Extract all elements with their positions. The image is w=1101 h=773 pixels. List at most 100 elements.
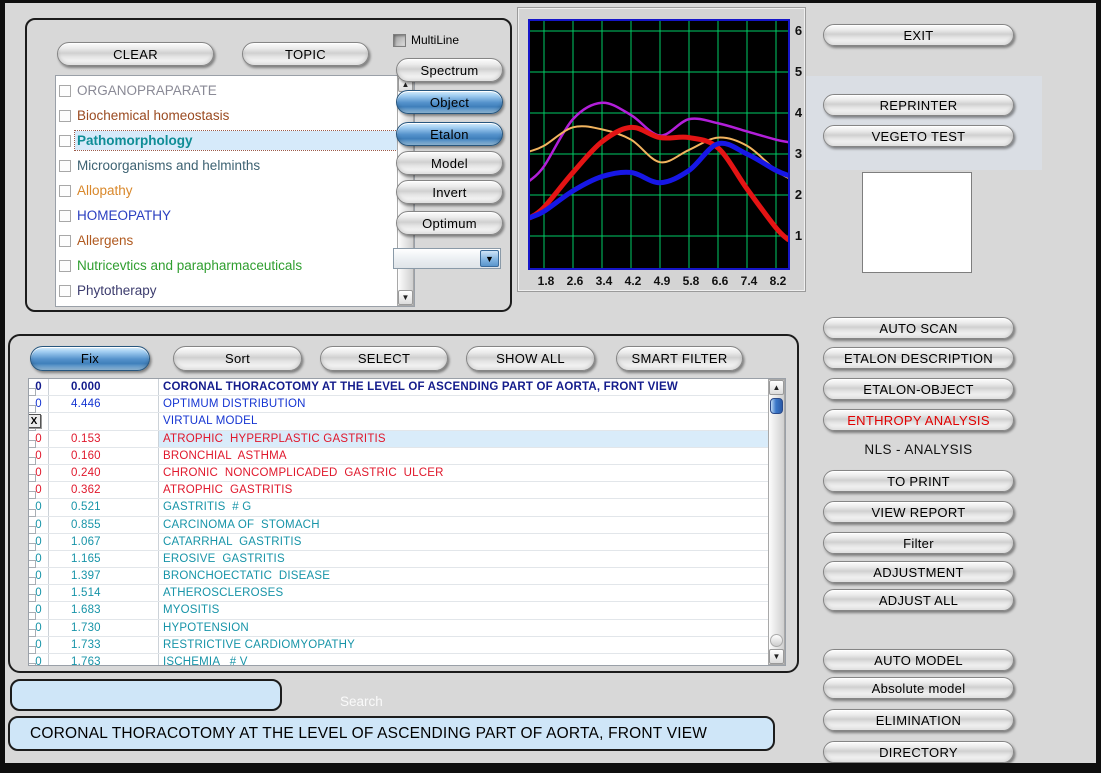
multiline-checkbox[interactable] — [393, 34, 406, 47]
table-row[interactable]: 01.733RESTRICTIVE CARDIOMYOPATHY — [29, 637, 768, 654]
row-tick-box[interactable] — [29, 509, 36, 517]
filter-button[interactable]: Filter — [823, 532, 1014, 554]
x-tick-label: 4.2 — [621, 274, 645, 288]
mode-button-object[interactable]: Object — [396, 90, 503, 114]
category-item[interactable]: Microorganisms and helminths — [56, 153, 397, 178]
checkbox-icon[interactable] — [59, 160, 71, 172]
cell-val: 1.067 — [49, 534, 159, 550]
absolute-model-button[interactable]: Absolute model — [823, 677, 1014, 699]
table-row[interactable]: 00.240CHRONIC NONCOMPLICADED GASTRIC ULC… — [29, 465, 768, 482]
checkbox-icon[interactable] — [59, 235, 71, 247]
reprinter-button[interactable]: REPRINTER — [823, 94, 1014, 116]
elimination-button[interactable]: ELIMINATION — [823, 709, 1014, 731]
scroll-down-icon[interactable]: ▼ — [398, 290, 413, 305]
checkbox-icon[interactable] — [59, 110, 71, 122]
table-row[interactable]: 00.000CORONAL THORACOTOMY AT THE LEVEL O… — [29, 379, 768, 396]
row-tick-box[interactable] — [29, 663, 36, 665]
view-report-button[interactable]: VIEW REPORT — [823, 501, 1014, 523]
category-item[interactable]: HOMEOPATHY — [56, 203, 397, 228]
mode-button-model[interactable]: Model — [396, 151, 503, 175]
table-row[interactable]: 01.067CATARRHAL GASTRITIS — [29, 534, 768, 551]
mode-button-invert[interactable]: Invert — [396, 180, 503, 204]
enthropy-analysis-button[interactable]: ENTHROPY ANALYSIS — [823, 409, 1014, 431]
table-row[interactable]: 00.855CARCINOMA OF STOMACH — [29, 517, 768, 534]
table-row[interactable]: 04.446OPTIMUM DISTRIBUTION — [29, 396, 768, 413]
category-item[interactable]: Phytotherapy — [56, 278, 397, 303]
scroll-thumb[interactable] — [770, 398, 783, 414]
vegeto-test-button[interactable]: VEGETO TEST — [823, 125, 1014, 147]
table-row[interactable]: 01.165EROSIVE GASTRITIS — [29, 551, 768, 568]
mode-button-spectrum[interactable]: Spectrum — [396, 58, 503, 82]
selection-title-bar: CORONAL THORACOTOMY AT THE LEVEL OF ASCE… — [8, 716, 775, 751]
mode-button-optimum[interactable]: Optimum — [396, 211, 503, 235]
show-all-button[interactable]: SHOW ALL — [466, 346, 595, 371]
category-item[interactable]: Nutricevtics and parapharmaceuticals — [56, 253, 397, 278]
category-item[interactable]: ORGANOPRAPARATE — [56, 78, 397, 103]
row-tick-box[interactable] — [29, 560, 36, 568]
etalon-dropdown[interactable]: ▼ — [393, 248, 501, 269]
row-tick-box[interactable] — [29, 405, 36, 413]
fix-button[interactable]: Fix — [30, 346, 150, 371]
adjustment-button[interactable]: ADJUSTMENT — [823, 561, 1014, 583]
row-tick-box[interactable] — [29, 543, 36, 551]
clear-button[interactable]: CLEAR — [57, 42, 214, 66]
row-tick-box[interactable] — [29, 526, 36, 534]
checkbox-icon[interactable] — [59, 185, 71, 197]
adjust-all-button[interactable]: ADJUST ALL — [823, 589, 1014, 611]
y-tick-label: 2 — [791, 187, 806, 202]
table-row[interactable]: X0VIRTUAL MODEL — [29, 413, 768, 430]
virtual-model-x-button[interactable]: X — [29, 414, 41, 428]
checkbox-icon[interactable] — [59, 85, 71, 97]
row-tick-box[interactable] — [29, 388, 36, 396]
category-item[interactable]: Pathomorphology — [56, 128, 397, 153]
mode-button-etalon[interactable]: Etalon — [396, 122, 503, 146]
row-tick-box[interactable] — [29, 457, 36, 465]
table-row[interactable]: 00.521GASTRITIS # G — [29, 499, 768, 516]
table-row[interactable]: 01.514ATHEROSCLEROSES — [29, 585, 768, 602]
search-input[interactable] — [10, 679, 282, 711]
scroll-down-icon[interactable]: ▼ — [769, 649, 784, 664]
table-row[interactable]: 01.763ISCHEMIA # V — [29, 654, 768, 665]
auto-scan-button[interactable]: AUTO SCAN — [823, 317, 1014, 339]
etalon-object-button[interactable]: ETALON-OBJECT — [823, 378, 1014, 400]
multiline-control: MultiLine — [393, 33, 459, 47]
row-tick-box[interactable] — [29, 646, 36, 654]
cell-val: 0.240 — [49, 465, 159, 481]
row-tick-box[interactable] — [29, 629, 36, 637]
row-tick-box[interactable] — [29, 491, 36, 499]
table-row[interactable]: 00.160BRONCHIAL ASTHMA — [29, 448, 768, 465]
checkbox-icon[interactable] — [59, 285, 71, 297]
table-row[interactable]: 01.730HYPOTENSION — [29, 620, 768, 637]
checkbox-icon[interactable] — [59, 210, 71, 222]
select-button[interactable]: SELECT — [320, 346, 448, 371]
row-tick-box[interactable] — [29, 577, 36, 585]
row-tick-box[interactable] — [29, 612, 36, 620]
row-tick-box[interactable] — [29, 594, 36, 602]
row-tick-box[interactable] — [29, 440, 36, 448]
table-row[interactable]: 01.397BRONCHOECTATIC DISEASE — [29, 568, 768, 585]
row-tick-box[interactable] — [29, 474, 36, 482]
to-print-button[interactable]: TO PRINT — [823, 470, 1014, 492]
cell-name: RESTRICTIVE CARDIOMYOPATHY — [159, 637, 768, 653]
smart-filter-button[interactable]: SMART FILTER — [616, 346, 743, 371]
directory-button[interactable]: DIRECTORY — [823, 741, 1014, 763]
table-row[interactable]: 00.153ATROPHIC HYPERPLASTIC GASTRITIS — [29, 431, 768, 448]
chevron-down-icon[interactable]: ▼ — [480, 250, 499, 267]
cell-val: 0.000 — [49, 379, 159, 395]
table-row[interactable]: 00.362ATROPHIC GASTRITIS — [29, 482, 768, 499]
category-item[interactable]: Biochemical homeostasis — [56, 103, 397, 128]
checkbox-icon[interactable] — [59, 260, 71, 272]
auto-model-button[interactable]: AUTO MODEL — [823, 649, 1014, 671]
cell-val: 0.153 — [49, 431, 159, 447]
topic-button[interactable]: TOPIC — [242, 42, 369, 66]
scroll-up-icon[interactable]: ▲ — [769, 380, 784, 395]
table-row[interactable]: 01.683MYOSITIS — [29, 602, 768, 619]
x-tick-label: 7.4 — [737, 274, 761, 288]
checkbox-icon[interactable] — [59, 135, 71, 147]
category-item[interactable]: Allopathy — [56, 178, 397, 203]
sort-button[interactable]: Sort — [173, 346, 302, 371]
etalon-description-button[interactable]: ETALON DESCRIPTION — [823, 347, 1014, 369]
exit-button[interactable]: EXIT — [823, 24, 1014, 46]
category-item[interactable]: Allergens — [56, 228, 397, 253]
table-scrollbar[interactable]: ▲ ▼ — [768, 379, 785, 665]
